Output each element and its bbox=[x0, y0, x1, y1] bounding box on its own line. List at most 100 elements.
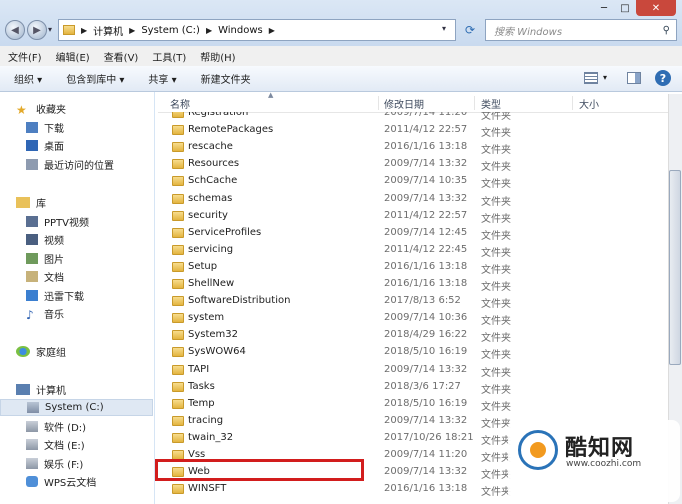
menu-edit[interactable]: 编辑(E) bbox=[56, 49, 90, 64]
menu-view[interactable]: 查看(V) bbox=[104, 49, 139, 64]
file-name: SoftwareDistribution bbox=[188, 295, 291, 307]
column-divider[interactable] bbox=[378, 96, 379, 110]
nav-drive-c[interactable]: System (C:) bbox=[0, 399, 153, 416]
column-name[interactable]: 名称 bbox=[170, 96, 190, 111]
table-row[interactable]: system 2009/7/14 10:36 文件夹 bbox=[158, 310, 668, 327]
breadcrumb-chevron-icon: ▶ bbox=[129, 25, 136, 35]
column-size[interactable]: 大小 bbox=[579, 96, 599, 111]
menu-help[interactable]: 帮助(H) bbox=[200, 49, 235, 64]
file-date: 2011/4/12 22:45 bbox=[384, 243, 468, 255]
maximize-button[interactable]: □ bbox=[616, 0, 634, 16]
documents-icon bbox=[26, 271, 38, 282]
table-row[interactable]: ServiceProfiles 2009/7/14 12:45 文件夹 bbox=[158, 225, 668, 242]
forward-button[interactable]: ▶ bbox=[27, 20, 47, 40]
table-row[interactable]: SysWOW64 2018/5/10 16:19 文件夹 bbox=[158, 344, 668, 361]
new-folder-button[interactable]: 新建文件夹 bbox=[201, 71, 251, 86]
scrollbar-thumb[interactable] bbox=[669, 170, 681, 365]
file-type: 文件夹 bbox=[481, 213, 511, 225]
file-type: 文件夹 bbox=[481, 470, 511, 482]
folder-icon bbox=[172, 142, 184, 153]
file-name: SchCache bbox=[188, 175, 238, 187]
file-name: system bbox=[188, 312, 225, 324]
view-dropdown-icon[interactable]: ▾ bbox=[603, 73, 607, 82]
column-date[interactable]: 修改日期 bbox=[384, 96, 424, 111]
table-row[interactable]: Temp 2018/5/10 16:19 文件夹 bbox=[158, 396, 668, 413]
breadcrumb-computer[interactable]: 计算机 bbox=[93, 23, 123, 38]
menu-tools[interactable]: 工具(T) bbox=[152, 49, 186, 64]
file-type: 文件夹 bbox=[481, 264, 511, 276]
command-bar: 组织 ▾ 包含到库中 ▾ 共享 ▾ 新建文件夹 bbox=[0, 66, 682, 92]
nav-libraries[interactable]: 库 bbox=[0, 194, 169, 211]
file-date: 2018/5/10 16:19 bbox=[384, 346, 468, 358]
file-date: 2017/10/26 18:21 bbox=[384, 431, 474, 443]
file-date: 2009/7/14 11:20 bbox=[384, 449, 468, 460]
minimize-button[interactable]: ─ bbox=[594, 0, 614, 16]
breadcrumb-windows[interactable]: Windows bbox=[218, 25, 263, 36]
table-row[interactable]: ShellNew 2016/1/16 13:18 文件夹 bbox=[158, 276, 668, 293]
search-input[interactable]: 搜索 Windows ⚲ bbox=[485, 19, 677, 41]
nav-homegroup[interactable]: 家庭组 bbox=[0, 343, 169, 360]
column-type[interactable]: 类型 bbox=[481, 96, 501, 111]
file-type: 文件夹 bbox=[481, 282, 511, 293]
file-date: 2009/7/14 11:20 bbox=[384, 112, 468, 118]
file-name: Resources bbox=[188, 158, 240, 170]
column-divider[interactable] bbox=[474, 96, 475, 110]
table-row[interactable]: SchCache 2009/7/14 10:35 文件夹 bbox=[158, 173, 668, 190]
nav-drive-f[interactable]: 娱乐 (F:) bbox=[0, 455, 179, 472]
preview-pane-icon[interactable] bbox=[627, 72, 641, 84]
table-row[interactable]: security 2011/4/12 22:57 文件夹 bbox=[158, 208, 668, 225]
help-icon[interactable]: ? bbox=[655, 70, 671, 86]
nav-downloads[interactable]: 下载 bbox=[0, 119, 179, 136]
table-row[interactable]: schemas 2009/7/14 13:32 文件夹 bbox=[158, 191, 668, 208]
nav-drive-d[interactable]: 软件 (D:) bbox=[0, 418, 179, 435]
file-type: 文件夹 bbox=[481, 401, 511, 413]
file-date: 2009/7/14 10:35 bbox=[384, 175, 468, 187]
table-row[interactable]: SoftwareDistribution 2017/8/13 6:52 文件夹 bbox=[158, 293, 668, 310]
folder-icon bbox=[172, 261, 184, 272]
nav-desktop[interactable]: 桌面 bbox=[0, 137, 179, 154]
address-input[interactable]: ▶ 计算机 ▶ System (C:) ▶ Windows ▶ bbox=[58, 19, 456, 41]
table-row[interactable]: Tasks 2018/3/6 17:27 文件夹 bbox=[158, 379, 668, 396]
nav-documents[interactable]: 文档 bbox=[0, 268, 179, 285]
nav-favorites[interactable]: ★ 收藏夹 bbox=[0, 100, 169, 117]
navigation-pane: ★ 收藏夹 下载 桌面 最近访问的位置 库 PPTV视频 视频 图片 文档 迅雷下… bbox=[0, 92, 155, 504]
table-row[interactable]: TAPI 2009/7/14 13:32 文件夹 bbox=[158, 362, 668, 379]
table-row[interactable]: servicing 2011/4/12 22:45 文件夹 bbox=[158, 242, 668, 259]
file-date: 2018/3/6 17:27 bbox=[384, 380, 461, 392]
view-options-icon[interactable] bbox=[584, 72, 598, 84]
folder-icon bbox=[172, 347, 184, 358]
table-row[interactable]: System32 2018/4/29 16:22 文件夹 bbox=[158, 327, 668, 344]
table-row[interactable]: rescache 2016/1/16 13:18 文件夹 bbox=[158, 139, 668, 156]
breadcrumb-system-c[interactable]: System (C:) bbox=[141, 25, 200, 36]
table-row[interactable]: Setup 2016/1/16 13:18 文件夹 bbox=[158, 259, 668, 276]
share-button[interactable]: 共享 ▾ bbox=[148, 71, 176, 86]
nav-videos[interactable]: 视频 bbox=[0, 231, 179, 248]
nav-xunlei[interactable]: 迅雷下载 bbox=[0, 287, 179, 304]
search-icon: ⚲ bbox=[662, 24, 670, 36]
folder-icon bbox=[172, 125, 184, 136]
nav-recent-places[interactable]: 最近访问的位置 bbox=[0, 156, 179, 173]
menu-file[interactable]: 文件(F) bbox=[8, 49, 42, 64]
close-button[interactable]: ✕ bbox=[636, 0, 676, 16]
column-divider[interactable] bbox=[572, 96, 573, 110]
file-name: Tasks bbox=[188, 380, 215, 392]
address-dropdown-icon[interactable]: ▾ bbox=[442, 24, 446, 33]
back-button[interactable]: ◀ bbox=[5, 20, 25, 40]
table-row[interactable]: Registration 2009/7/14 11:20 文件夹 bbox=[158, 112, 668, 122]
video-library-icon bbox=[26, 216, 38, 227]
nav-music[interactable]: ♪ 音乐 bbox=[0, 305, 179, 322]
nav-pictures[interactable]: 图片 bbox=[0, 250, 179, 267]
table-row[interactable]: Resources 2009/7/14 13:32 文件夹 bbox=[158, 156, 668, 173]
nav-drive-e[interactable]: 文档 (E:) bbox=[0, 436, 179, 453]
file-type: 文件夹 bbox=[481, 196, 511, 208]
include-in-library-button[interactable]: 包含到库中 ▾ bbox=[66, 71, 124, 86]
file-date: 2009/7/14 13:32 bbox=[384, 192, 468, 204]
folder-icon bbox=[172, 415, 184, 426]
nav-computer[interactable]: 计算机 bbox=[0, 381, 169, 398]
recent-pages-chevron-icon[interactable]: ▾ bbox=[48, 25, 52, 34]
nav-wps-cloud[interactable]: WPS云文档 bbox=[0, 473, 179, 490]
organize-button[interactable]: 组织 ▾ bbox=[14, 71, 42, 86]
table-row[interactable]: RemotePackages 2011/4/12 22:57 文件夹 bbox=[158, 122, 668, 139]
refresh-button[interactable]: ⟳ bbox=[460, 20, 480, 40]
nav-pptv[interactable]: PPTV视频 bbox=[0, 213, 179, 230]
